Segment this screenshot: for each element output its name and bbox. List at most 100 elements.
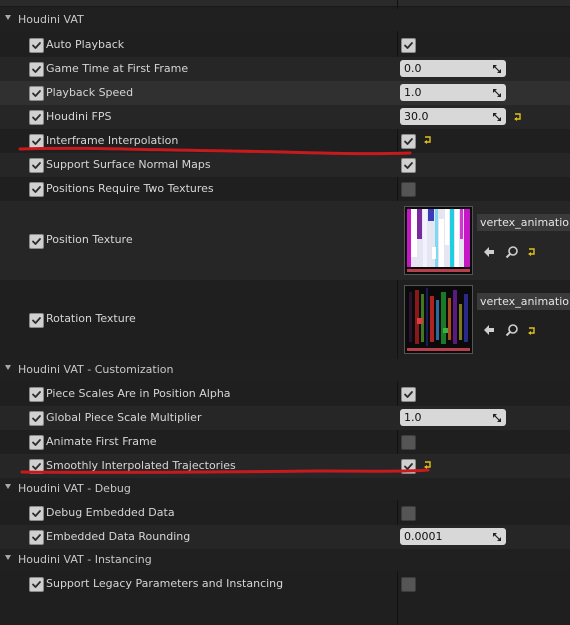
collapse-arrow-icon[interactable] (5, 15, 11, 20)
param-label: Positions Require Two Textures (46, 182, 214, 195)
param-label: Smoothly Interpolated Trajectories (46, 459, 236, 472)
collapse-arrow-icon[interactable] (5, 365, 11, 370)
drag-grip-icon[interactable] (492, 88, 502, 98)
texture-thumbnail[interactable] (404, 285, 473, 354)
category-label: Houdini VAT - Customization (18, 363, 174, 376)
position-texture-preview (407, 209, 470, 267)
number-value: 1.0 (404, 86, 422, 99)
value-checkbox[interactable] (401, 38, 416, 53)
category-houdini-vat[interactable]: Houdini VAT (0, 9, 570, 31)
override-checkbox[interactable] (29, 182, 44, 197)
category-houdini-vat-instancing[interactable]: Houdini VAT - Instancing (0, 549, 570, 571)
category-label: Houdini VAT - Instancing (18, 553, 152, 566)
param-row-smooth-trajectories: Smoothly Interpolated Trajectories (0, 454, 570, 478)
checkmark-icon (32, 534, 41, 541)
category-houdini-vat-debug[interactable]: Houdini VAT - Debug (0, 478, 570, 500)
reset-arrow-icon[interactable] (527, 326, 539, 336)
checkmark-icon (32, 162, 41, 169)
value-checkbox[interactable] (401, 182, 416, 197)
param-label: Support Surface Normal Maps (46, 158, 211, 171)
material-parameters-panel: Houdini VAT Auto Playback Game Time at F… (0, 0, 570, 625)
texture-type-bar (407, 269, 470, 272)
texture-thumbnail[interactable] (404, 206, 473, 275)
override-checkbox[interactable] (29, 86, 44, 101)
param-row-piece-scales: Piece Scales Are in Position Alpha (0, 382, 570, 406)
arrow-left-icon[interactable] (482, 245, 496, 259)
reset-arrow-icon[interactable] (423, 135, 435, 145)
override-checkbox[interactable] (29, 110, 44, 125)
collapse-arrow-icon[interactable] (5, 484, 11, 489)
value-checkbox[interactable] (401, 459, 416, 474)
param-label: Playback Speed (46, 86, 134, 99)
param-label: Animate First Frame (46, 435, 157, 448)
value-checkbox[interactable] (401, 134, 416, 149)
override-checkbox[interactable] (29, 62, 44, 77)
param-label: Embedded Data Rounding (46, 530, 191, 543)
value-number-field[interactable]: 1.0 (400, 409, 506, 426)
override-checkbox[interactable] (29, 134, 44, 149)
override-checkbox[interactable] (29, 411, 44, 426)
override-checkbox[interactable] (29, 530, 44, 545)
value-checkbox[interactable] (401, 506, 416, 521)
override-checkbox[interactable] (29, 506, 44, 521)
value-number-field[interactable]: 30.0 (400, 108, 506, 125)
reset-arrow-icon[interactable] (527, 247, 539, 257)
reset-arrow-icon[interactable] (513, 112, 525, 122)
search-icon[interactable] (505, 323, 519, 337)
override-checkbox[interactable] (29, 158, 44, 173)
checkmark-icon (404, 463, 413, 470)
category-houdini-vat-customization[interactable]: Houdini VAT - Customization (0, 359, 570, 381)
param-row-global-piece-scale: Global Piece Scale Multiplier 1.0 (0, 406, 570, 430)
checkmark-icon (32, 90, 41, 97)
value-number-field[interactable]: 0.0 (400, 60, 506, 77)
value-number-field[interactable]: 1.0 (400, 84, 506, 101)
override-checkbox[interactable] (29, 577, 44, 592)
drag-grip-icon[interactable] (492, 413, 502, 423)
param-row-game-time: Game Time at First Frame 0.0 (0, 57, 570, 81)
param-label: Houdini FPS (46, 110, 112, 123)
param-label: Piece Scales Are in Position Alpha (46, 387, 231, 400)
param-row-legacy-instancing: Support Legacy Parameters and Instancing (0, 572, 570, 596)
value-checkbox[interactable] (401, 435, 416, 450)
value-checkbox[interactable] (401, 577, 416, 592)
param-row-playback-speed: Playback Speed 1.0 (0, 81, 570, 105)
override-checkbox[interactable] (29, 459, 44, 474)
texture-type-bar (407, 348, 470, 351)
number-value: 0.0001 (404, 530, 443, 543)
param-row-embedded-data-rounding: Embedded Data Rounding 0.0001 (0, 525, 570, 549)
checkmark-icon (32, 42, 41, 49)
asset-name-field[interactable]: vertex_animation_ (477, 293, 570, 310)
override-checkbox[interactable] (29, 38, 44, 53)
checkmark-icon (32, 391, 41, 398)
param-label: Rotation Texture (46, 312, 136, 325)
param-label: Auto Playback (46, 38, 125, 51)
rotation-texture-preview (407, 288, 470, 346)
checkmark-icon (32, 238, 41, 245)
asset-name-field[interactable]: vertex_animation_ (477, 214, 570, 231)
drag-grip-icon[interactable] (492, 112, 502, 122)
param-label: Global Piece Scale Multiplier (46, 411, 202, 424)
override-checkbox[interactable] (29, 435, 44, 450)
param-label: Interframe Interpolation (46, 134, 179, 147)
number-value: 1.0 (404, 411, 422, 424)
override-checkbox[interactable] (29, 234, 44, 249)
arrow-left-icon[interactable] (482, 323, 496, 337)
checkmark-icon (32, 114, 41, 121)
param-row-two-textures: Positions Require Two Textures (0, 177, 570, 201)
override-checkbox[interactable] (29, 313, 44, 328)
param-label: Position Texture (46, 233, 133, 246)
drag-grip-icon[interactable] (492, 532, 502, 542)
override-checkbox[interactable] (29, 387, 44, 402)
value-checkbox[interactable] (401, 387, 416, 402)
checkmark-icon (32, 439, 41, 446)
checkmark-icon (404, 42, 413, 49)
drag-grip-icon[interactable] (492, 64, 502, 74)
param-row-rotation-texture: Rotation Texture vertex_animation_ (0, 280, 570, 359)
value-checkbox[interactable] (401, 158, 416, 173)
collapse-arrow-icon[interactable] (5, 555, 11, 560)
param-row-position-texture: Position Texture vertex_animation_ (0, 201, 570, 280)
search-icon[interactable] (505, 245, 519, 259)
reset-arrow-icon[interactable] (423, 460, 435, 470)
value-number-field[interactable]: 0.0001 (400, 528, 506, 545)
param-label: Support Legacy Parameters and Instancing (46, 577, 284, 590)
